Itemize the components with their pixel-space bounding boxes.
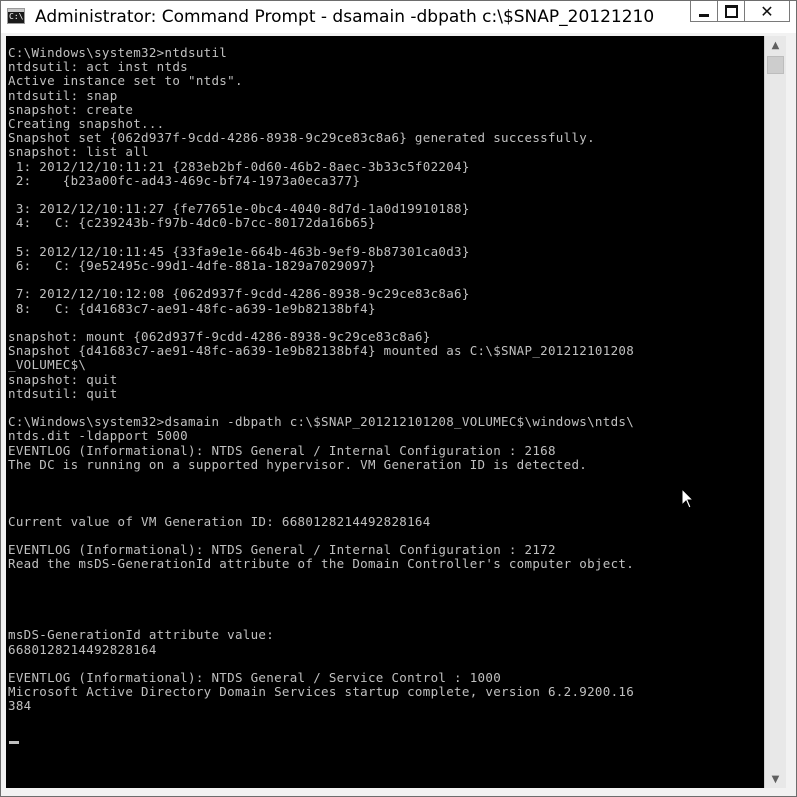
caption-buttons: ✕: [690, 1, 790, 23]
text-cursor: [9, 741, 19, 744]
cmd-app-icon[interactable]: C:\.: [7, 8, 25, 24]
close-button[interactable]: ✕: [744, 1, 790, 22]
minimize-icon: [699, 13, 709, 17]
window-title: Administrator: Command Prompt - dsamain …: [35, 7, 656, 27]
mouse-pointer-icon: [681, 488, 695, 509]
console-text: C:\Windows\system32>ntdsutil ntdsutil: a…: [8, 45, 635, 714]
maximize-icon: [724, 4, 738, 18]
scrollbar-thumb[interactable]: [767, 56, 784, 74]
command-prompt-window: C:\. Administrator: Command Prompt - dsa…: [0, 0, 797, 797]
scroll-down-button[interactable]: ▼: [765, 770, 786, 788]
console-output-area[interactable]: C:\Windows\system32>ntdsutil ntdsutil: a…: [6, 36, 764, 788]
vertical-scrollbar[interactable]: ▲ ▼: [764, 36, 786, 788]
minimize-button[interactable]: [690, 1, 718, 22]
cmd-app-icon-label: C:\.: [9, 12, 24, 21]
maximize-button[interactable]: [717, 1, 745, 22]
scroll-up-arrow-icon: ▲: [771, 39, 780, 51]
title-bar[interactable]: C:\. Administrator: Command Prompt - dsa…: [1, 1, 796, 33]
scroll-down-arrow-icon: ▼: [771, 773, 780, 785]
scroll-up-button[interactable]: ▲: [765, 36, 786, 54]
close-icon: ✕: [760, 1, 774, 21]
